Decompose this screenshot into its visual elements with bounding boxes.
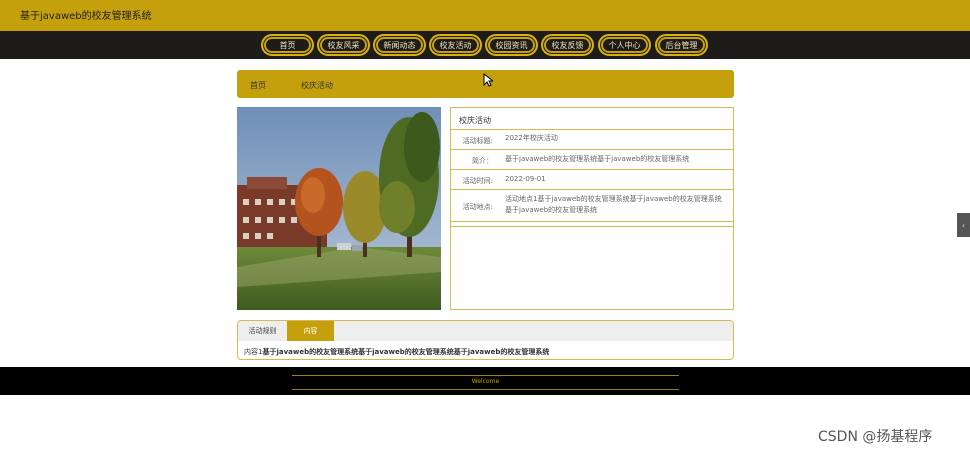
- nav-item-feedback[interactable]: 校友反馈: [541, 34, 594, 56]
- detail-value: 活动地点1基于javaweb的校友管理系统基于javaweb的校友管理系统基于j…: [505, 195, 722, 214]
- content-body: 基于javaweb的校友管理系统基于javaweb的校友管理系统基于javawe…: [262, 348, 550, 356]
- detail-row-time: 活动时间: 2022-09-01: [451, 170, 733, 190]
- mouse-cursor-icon: [483, 73, 493, 87]
- site-title: 基于javaweb的校友管理系统: [20, 11, 152, 22]
- detail-label: 活动时间:: [462, 177, 493, 185]
- nav-item-personal-center[interactable]: 个人中心: [598, 34, 651, 56]
- detail-title: 校庆活动: [451, 108, 733, 130]
- detail-value: 2022年校庆活动: [505, 134, 558, 142]
- tab-strip: 活动规则 内容: [238, 321, 733, 341]
- nav-item-news[interactable]: 新闻动态: [373, 34, 426, 56]
- detail-value: 2022-09-01: [505, 175, 546, 183]
- watermark: CSDN @扬基程序: [818, 429, 933, 445]
- detail-label: 简介：: [472, 157, 493, 165]
- detail-row-summary: 简介： 基于javaweb的校友管理系统基于javaweb的校友管理系统: [451, 150, 733, 170]
- footer-welcome: Welcome: [471, 378, 500, 385]
- detail-row-title: 活动标题: 2022年校庆活动: [451, 130, 733, 150]
- nav-item-home[interactable]: 首页: [261, 34, 314, 56]
- side-panel-toggle[interactable]: ‹: [957, 213, 970, 237]
- activity-detail-panel: 校庆活动 活动标题: 2022年校庆活动 简介： 基于javaweb的校友管理系…: [450, 107, 734, 310]
- tab-activity-rules[interactable]: 活动规则: [238, 321, 287, 341]
- breadcrumb-current: 校庆活动: [301, 81, 333, 90]
- nav-item-alumni-style[interactable]: 校友风采: [317, 34, 370, 56]
- header-bar: 基于javaweb的校友管理系统: [0, 0, 970, 31]
- tab-content[interactable]: 内容: [287, 321, 334, 341]
- activity-photo: [237, 107, 441, 310]
- nav-item-alumni-activities[interactable]: 校友活动: [429, 34, 482, 56]
- detail-label: 活动标题:: [462, 137, 493, 145]
- nav-item-campus-info[interactable]: 校园资讯: [485, 34, 538, 56]
- activity-tabs: 活动规则 内容 内容1基于javaweb的校友管理系统基于javaweb的校友管…: [237, 320, 734, 360]
- footer: Welcome: [0, 367, 970, 395]
- detail-row-location: 活动地点: 活动地点1基于javaweb的校友管理系统基于javaweb的校友管…: [451, 190, 733, 222]
- detail-value: 基于javaweb的校友管理系统基于javaweb的校友管理系统: [505, 155, 690, 163]
- footer-divider: [292, 389, 679, 390]
- content-prefix: 内容1: [244, 348, 263, 356]
- detail-row-empty: [451, 222, 733, 227]
- detail-label: 活动地点:: [462, 203, 493, 211]
- breadcrumb-home-link[interactable]: 首页: [250, 80, 266, 91]
- footer-divider: [292, 375, 679, 376]
- nav-item-admin[interactable]: 后台管理: [655, 34, 708, 56]
- tab-content-text: 内容1基于javaweb的校友管理系统基于javaweb的校友管理系统基于jav…: [244, 347, 549, 357]
- main-nav: 首页 校友风采 新闻动态 校友活动 校园资讯 校友反馈 个人中心 后台管理: [0, 31, 970, 59]
- campus-photo-image: [237, 107, 441, 310]
